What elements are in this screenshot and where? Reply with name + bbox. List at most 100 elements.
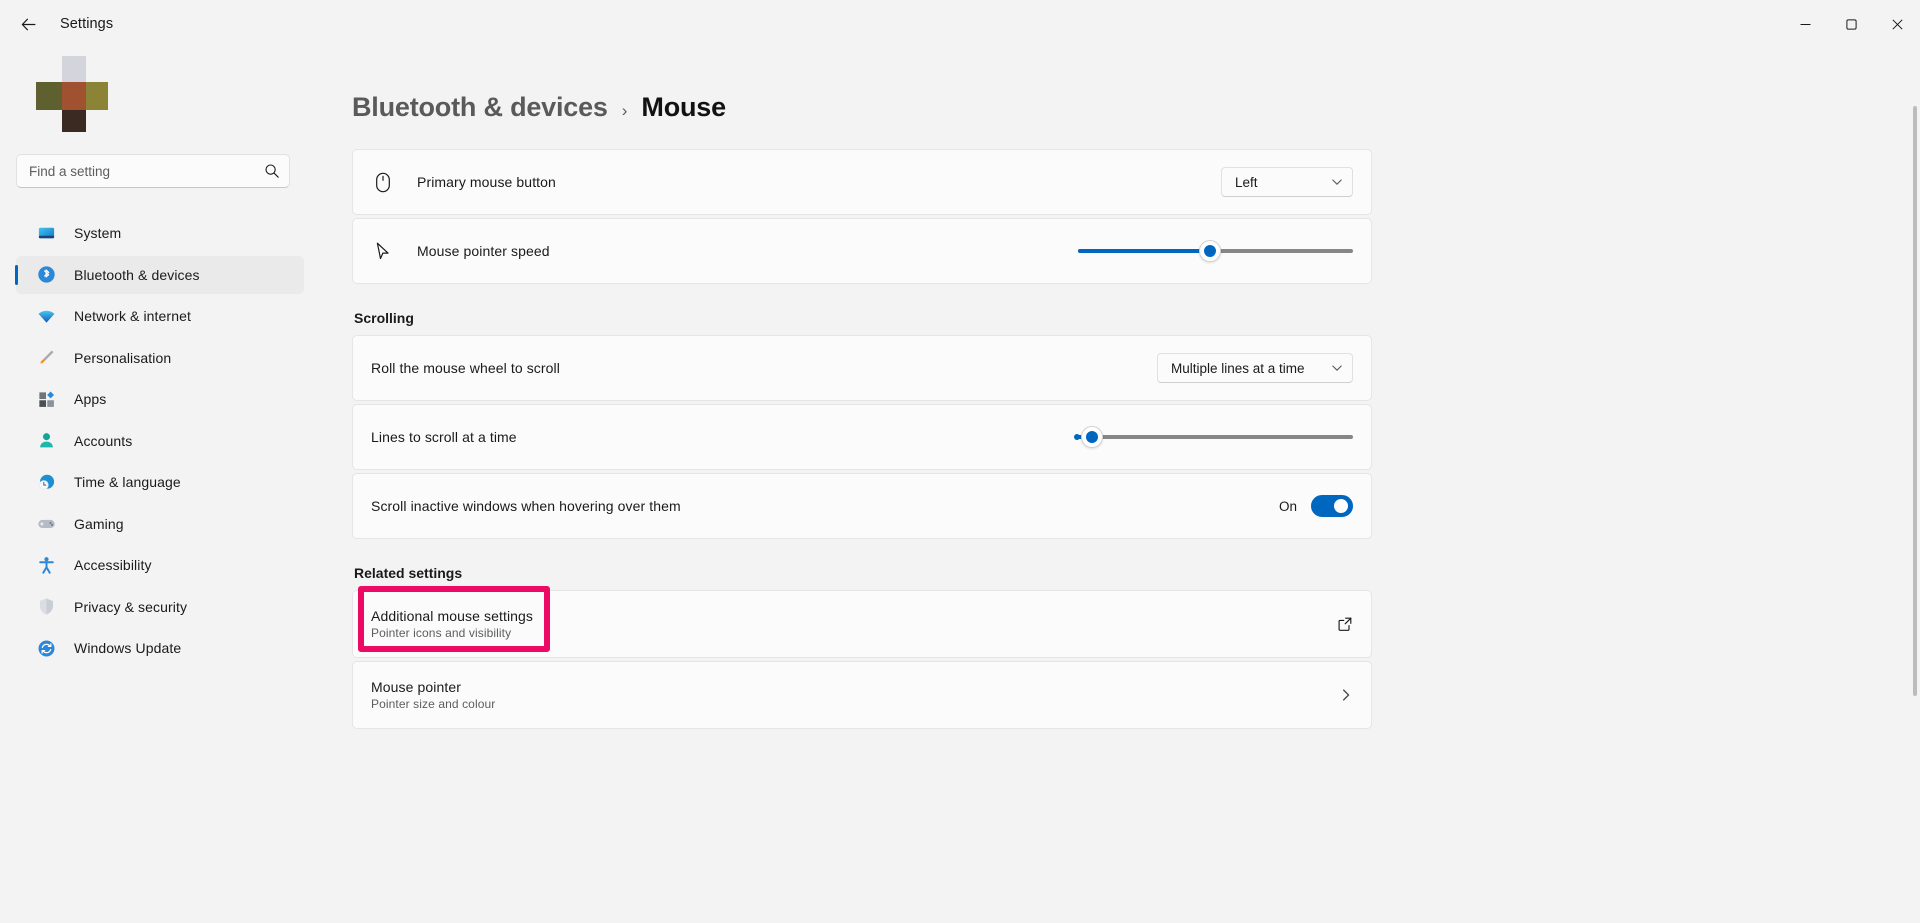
row-text: Mouse pointer Pointer size and colour — [371, 679, 1339, 711]
row-title: Scroll inactive windows when hovering ov… — [371, 498, 1279, 514]
pointer-speed-row[interactable]: Mouse pointer speed — [352, 218, 1372, 284]
account-icon — [36, 431, 56, 451]
paintbrush-icon — [36, 348, 56, 368]
row-action — [1339, 688, 1353, 702]
toggle-state-label: On — [1279, 499, 1297, 514]
main-content: Bluetooth & devices › Mouse Primary mous… — [320, 48, 1920, 923]
close-button[interactable] — [1874, 0, 1920, 48]
scrolling-section-heading: Scrolling — [354, 310, 1372, 326]
system-icon — [36, 223, 56, 243]
sidebar-item-privacy-security[interactable]: Privacy & security — [16, 588, 304, 626]
minimize-button[interactable] — [1782, 0, 1828, 48]
back-button[interactable] — [10, 8, 46, 40]
sidebar-item-network-internet[interactable]: Network & internet — [16, 297, 304, 335]
scroll-inactive-toggle[interactable] — [1311, 495, 1353, 517]
scroll-wheel-row[interactable]: Roll the mouse wheel to scroll Multiple … — [352, 335, 1372, 401]
row-control — [1078, 422, 1353, 452]
slider-fill — [1078, 249, 1210, 253]
bluetooth-icon — [36, 265, 56, 285]
chevron-down-icon — [1331, 362, 1343, 374]
sidebar-item-accessibility[interactable]: Accessibility — [16, 546, 304, 584]
sidebar-item-label: Time & language — [74, 474, 181, 490]
sidebar-item-bluetooth-devices[interactable]: Bluetooth & devices — [16, 256, 304, 294]
sidebar-item-gaming[interactable]: Gaming — [16, 505, 304, 543]
scroll-inactive-windows-row[interactable]: Scroll inactive windows when hovering ov… — [352, 473, 1372, 539]
row-control — [1078, 236, 1353, 266]
row-title: Mouse pointer speed — [417, 243, 1078, 259]
shield-icon — [36, 597, 56, 617]
slider-thumb[interactable] — [1081, 426, 1103, 448]
breadcrumb-separator: › — [622, 101, 628, 121]
cursor-icon — [371, 239, 395, 263]
clock-globe-icon — [36, 472, 56, 492]
slider-thumb[interactable] — [1199, 240, 1221, 262]
row-subtitle: Pointer icons and visibility — [371, 626, 1337, 640]
accessibility-icon — [36, 555, 56, 575]
minimize-icon — [1800, 19, 1811, 30]
sidebar: System Bluetooth & devices — [0, 48, 320, 923]
additional-mouse-settings-row[interactable]: Additional mouse settings Pointer icons … — [352, 590, 1372, 658]
sidebar-nav: System Bluetooth & devices — [16, 214, 304, 667]
row-title: Additional mouse settings — [371, 608, 1337, 624]
sidebar-item-personalisation[interactable]: Personalisation — [16, 339, 304, 377]
sidebar-item-time-language[interactable]: Time & language — [16, 463, 304, 501]
row-control: Left — [1221, 167, 1353, 197]
wifi-icon — [36, 306, 56, 326]
row-title: Mouse pointer — [371, 679, 1339, 695]
sidebar-item-label: System — [74, 225, 121, 241]
breadcrumb: Bluetooth & devices › Mouse — [352, 92, 1920, 123]
sidebar-item-label: Network & internet — [74, 308, 191, 324]
scrollbar-thumb[interactable] — [1913, 106, 1917, 696]
page-title: Mouse — [641, 92, 726, 123]
row-subtitle: Pointer size and colour — [371, 697, 1339, 711]
dropdown-value: Multiple lines at a time — [1171, 361, 1305, 376]
sidebar-item-label: Accessibility — [74, 557, 152, 573]
maximize-button[interactable] — [1828, 0, 1874, 48]
row-text: Additional mouse settings Pointer icons … — [371, 608, 1337, 640]
sidebar-item-label: Privacy & security — [74, 599, 187, 615]
mouse-pointer-row[interactable]: Mouse pointer Pointer size and colour — [352, 661, 1372, 729]
scroll-wheel-dropdown[interactable]: Multiple lines at a time — [1157, 353, 1353, 383]
gamepad-icon — [36, 514, 56, 534]
sidebar-item-windows-update[interactable]: Windows Update — [16, 629, 304, 667]
slider-track — [1078, 435, 1353, 439]
related-section-heading: Related settings — [354, 565, 1372, 581]
sidebar-item-label: Windows Update — [74, 640, 181, 656]
breadcrumb-parent[interactable]: Bluetooth & devices — [352, 92, 608, 123]
sidebar-item-label: Bluetooth & devices — [74, 267, 200, 283]
close-icon — [1892, 19, 1903, 30]
sidebar-item-label: Gaming — [74, 516, 124, 532]
row-control: On — [1279, 495, 1353, 517]
sidebar-item-label: Personalisation — [74, 350, 171, 366]
chevron-right-icon[interactable] — [1339, 688, 1353, 702]
app-title: Settings — [60, 16, 113, 32]
row-text: Lines to scroll at a time — [371, 429, 1078, 445]
pointer-speed-slider[interactable] — [1078, 236, 1353, 266]
settings-list: Primary mouse button Left — [352, 149, 1372, 729]
title-bar: Settings — [0, 0, 1920, 48]
sidebar-item-system[interactable]: System — [16, 214, 304, 252]
row-title: Primary mouse button — [417, 174, 1221, 190]
dropdown-value: Left — [1235, 175, 1258, 190]
sidebar-item-label: Accounts — [74, 433, 132, 449]
scrollbar[interactable] — [1913, 106, 1917, 866]
lines-to-scroll-slider[interactable] — [1078, 422, 1353, 452]
sidebar-item-apps[interactable]: Apps — [16, 380, 304, 418]
primary-button-dropdown[interactable]: Left — [1221, 167, 1353, 197]
toggle-knob — [1334, 499, 1348, 513]
update-icon — [36, 638, 56, 658]
lines-to-scroll-row[interactable]: Lines to scroll at a time — [352, 404, 1372, 470]
maximize-icon — [1846, 19, 1857, 30]
sidebar-item-accounts[interactable]: Accounts — [16, 422, 304, 460]
row-text: Roll the mouse wheel to scroll — [371, 360, 1157, 376]
window-controls — [1782, 0, 1920, 48]
apps-icon — [36, 389, 56, 409]
row-control: Multiple lines at a time — [1157, 353, 1353, 383]
row-action — [1337, 616, 1353, 632]
primary-mouse-button-row[interactable]: Primary mouse button Left — [352, 149, 1372, 215]
external-link-icon[interactable] — [1337, 616, 1353, 632]
sidebar-item-label: Apps — [74, 391, 106, 407]
chevron-down-icon — [1331, 176, 1343, 188]
avatar[interactable] — [36, 56, 108, 128]
search-input[interactable] — [16, 154, 290, 188]
